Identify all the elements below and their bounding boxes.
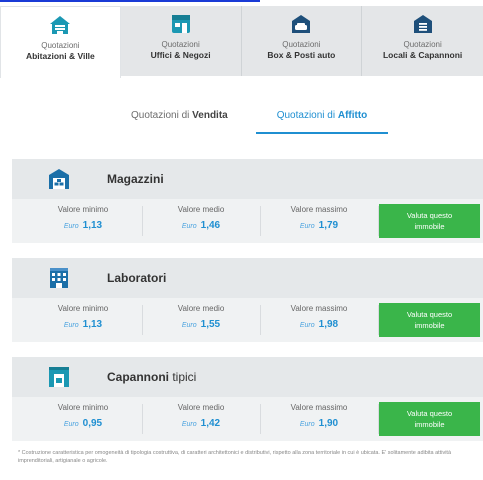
value-avg: Valore medio Euro 1,42	[142, 402, 260, 432]
card-values: Valore minimo Euro 0,95 Valore medio Euro…	[12, 397, 483, 441]
hangar-icon	[49, 367, 69, 387]
currency-label: Euro	[63, 421, 79, 428]
mode-switch: Quotazioni di Vendita Quotazioni di Affi…	[0, 104, 483, 134]
warehouse-icon	[413, 15, 432, 33]
value-min: Valore minimo Euro 1,13	[24, 204, 142, 234]
value-avg-label: Valore medio	[177, 403, 225, 412]
tab-sub-label: Quotazioni	[403, 40, 442, 49]
top-link-underline	[0, 0, 260, 2]
mode-bold: Vendita	[192, 110, 228, 121]
category-card-capannoni: Capannoni tipici Valore minimo Euro 0,95 …	[12, 357, 483, 441]
value-max-number: 1,90	[318, 418, 339, 429]
value-avg-number: 1,42	[200, 418, 221, 429]
category-card-laboratori: Laboratori Valore minimo Euro 1,13 Valore…	[12, 258, 483, 342]
value-min-label: Valore minimo	[57, 205, 109, 214]
tab-affitto[interactable]: Quotazioni di Affitto	[256, 104, 388, 134]
currency-label: Euro	[181, 322, 197, 329]
currency-label: Euro	[63, 322, 79, 329]
card-header: Capannoni tipici	[12, 357, 483, 397]
tab-main-label: Abitazioni & Ville	[25, 51, 95, 61]
currency-label: Euro	[299, 421, 315, 428]
card-title: Laboratori	[107, 258, 166, 298]
value-max-number: 1,79	[318, 220, 339, 231]
value-max: Valore massimo Euro 1,79	[260, 204, 378, 234]
tab-main-label: Locali & Capannoni	[382, 50, 463, 60]
garage-car-icon	[292, 15, 311, 33]
card-values: Valore minimo Euro 1,13 Valore medio Euro…	[12, 199, 483, 243]
value-avg-number: 1,55	[200, 319, 221, 330]
house-icon	[50, 16, 71, 34]
value-min-label: Valore minimo	[57, 304, 109, 313]
card-title-bold: Laboratori	[107, 271, 167, 285]
card-title-rest: tipici	[169, 370, 197, 384]
currency-label: Euro	[63, 223, 79, 230]
card-title: Magazzini	[107, 159, 164, 199]
value-max-label: Valore massimo	[290, 304, 348, 313]
card-title: Capannoni tipici	[107, 357, 196, 397]
warehouse-box-icon	[49, 169, 69, 189]
value-avg: Valore medio Euro 1,55	[142, 303, 260, 333]
mode-bold: Affitto	[337, 110, 368, 121]
tab-locali-capannoni[interactable]: Quotazioni Locali & Capannoni	[362, 6, 483, 76]
value-max-number: 1,98	[318, 319, 339, 330]
value-avg-number: 1,46	[200, 220, 221, 231]
category-tabs: Quotazioni Abitazioni & Ville Quotazioni…	[0, 6, 483, 78]
tab-sub-label: Quotazioni	[41, 41, 80, 50]
valuta-immobile-button[interactable]: Valuta questo immobile	[379, 402, 480, 436]
value-max-label: Valore massimo	[290, 205, 348, 214]
card-header: Magazzini	[12, 159, 483, 199]
card-values: Valore minimo Euro 1,13 Valore medio Euro…	[12, 298, 483, 342]
footnote: * Costruzione caratteristica per omogene…	[18, 450, 452, 464]
tab-abitazioni-ville[interactable]: Quotazioni Abitazioni & Ville	[0, 6, 121, 78]
card-title-bold: Magazzini	[107, 172, 164, 186]
value-max: Valore massimo Euro 1,98	[260, 303, 378, 333]
valuta-immobile-button[interactable]: Valuta questo immobile	[379, 204, 480, 238]
shop-icon	[171, 15, 190, 33]
currency-label: Euro	[181, 421, 197, 428]
value-avg-label: Valore medio	[177, 205, 225, 214]
value-min-number: 1,13	[82, 220, 103, 231]
value-min-number: 1,13	[82, 319, 103, 330]
value-avg-label: Valore medio	[177, 304, 225, 313]
value-min-label: Valore minimo	[57, 403, 109, 412]
currency-label: Euro	[299, 223, 315, 230]
tab-main-label: Box & Posti auto	[267, 50, 336, 60]
mode-prefix: Quotazioni di	[131, 110, 193, 121]
tab-sub-label: Quotazioni	[161, 40, 200, 49]
value-max: Valore massimo Euro 1,90	[260, 402, 378, 432]
value-avg: Valore medio Euro 1,46	[142, 204, 260, 234]
value-min: Valore minimo Euro 0,95	[24, 402, 142, 432]
mode-prefix: Quotazioni di	[276, 110, 338, 121]
valuta-immobile-button[interactable]: Valuta questo immobile	[379, 303, 480, 337]
currency-label: Euro	[181, 223, 197, 230]
tab-vendita[interactable]: Quotazioni di Vendita	[131, 104, 228, 134]
value-min: Valore minimo Euro 1,13	[24, 303, 142, 333]
value-max-label: Valore massimo	[290, 403, 348, 412]
tab-box-posti-auto[interactable]: Quotazioni Box & Posti auto	[241, 6, 363, 76]
currency-label: Euro	[299, 322, 315, 329]
card-title-bold: Capannoni	[107, 370, 169, 384]
category-card-magazzini: Magazzini Valore minimo Euro 1,13 Valore …	[12, 159, 483, 243]
value-min-number: 0,95	[82, 418, 103, 429]
tab-main-label: Uffici & Negozi	[150, 50, 211, 60]
tab-sub-label: Quotazioni	[282, 40, 321, 49]
factory-building-icon	[50, 268, 68, 288]
tab-uffici-negozi[interactable]: Quotazioni Uffici & Negozi	[120, 6, 242, 76]
card-header: Laboratori	[12, 258, 483, 298]
